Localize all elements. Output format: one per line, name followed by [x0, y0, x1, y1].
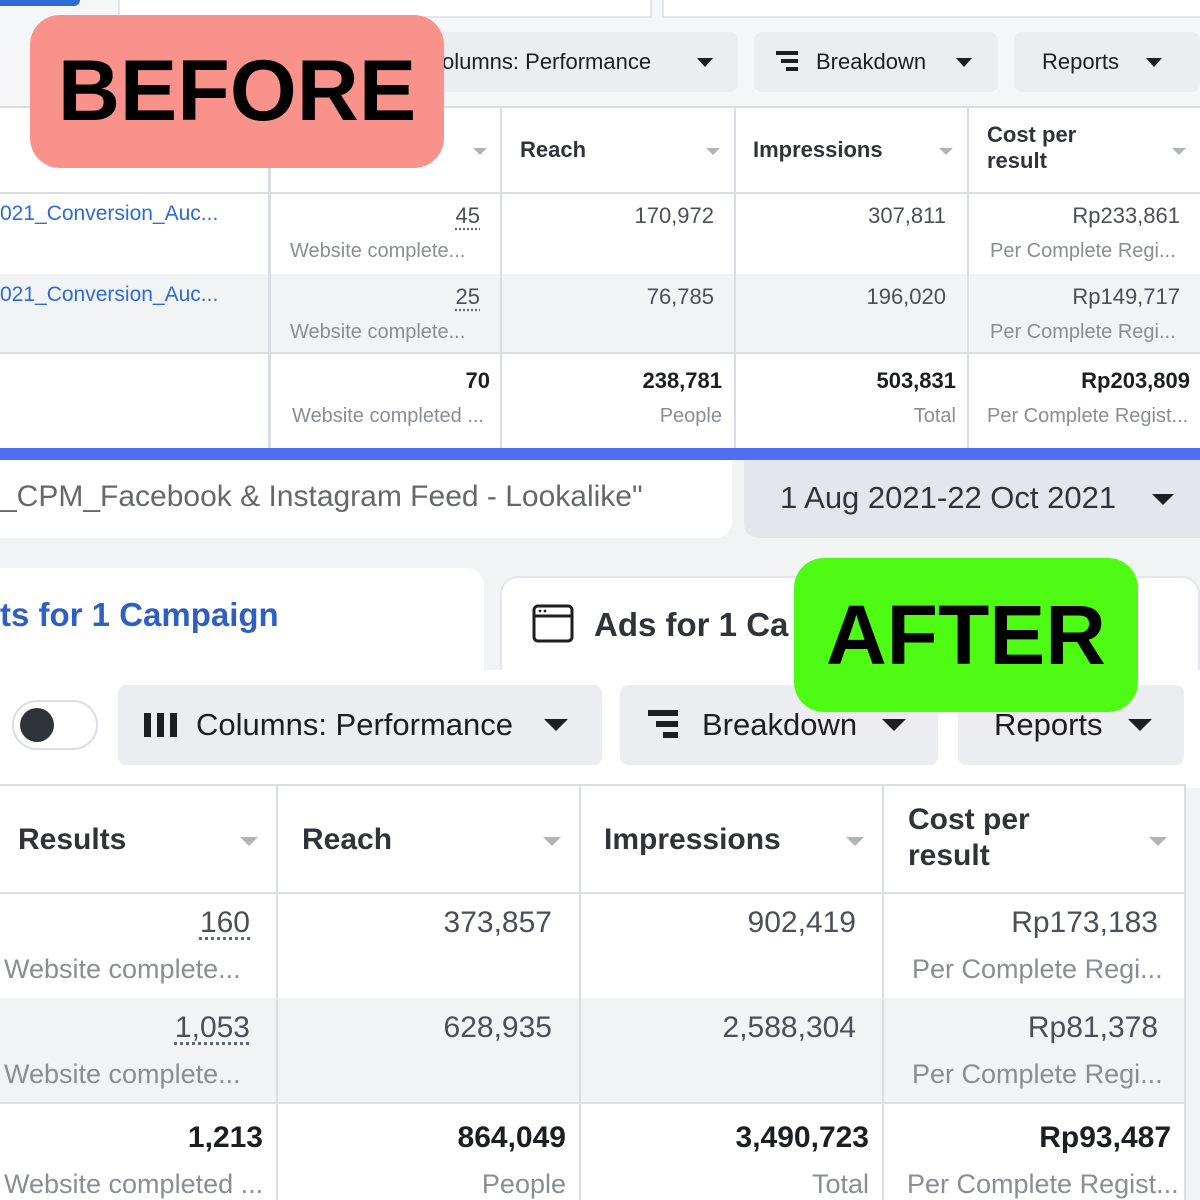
- columns-performance-button[interactable]: olumns: Performance: [420, 32, 738, 92]
- results-value[interactable]: 160: [20, 906, 250, 940]
- breakdown-label: Breakdown: [702, 707, 858, 742]
- total-impressions-subtitle: Total: [913, 405, 956, 427]
- impressions-value: 196,020: [866, 284, 946, 309]
- tab-ads-label: Ads for 1 Ca: [594, 606, 789, 643]
- total-impressions: 3,490,723: [735, 1121, 869, 1154]
- breakdown-label: Breakdown: [816, 49, 927, 74]
- header-reach[interactable]: Reach: [520, 137, 586, 163]
- impressions-value: 307,811: [868, 203, 946, 228]
- after-badge: AFTER: [794, 558, 1138, 712]
- results-subtitle: Website complete...: [290, 321, 466, 343]
- ads-tab-icon: [532, 604, 574, 643]
- sort-caret-icon[interactable]: [543, 837, 561, 846]
- caret-down-icon: [1152, 494, 1174, 505]
- caret-down-icon: [1146, 58, 1162, 67]
- divider-line: [0, 448, 1200, 460]
- before-badge: BEFORE: [30, 15, 444, 168]
- breakdown-icon: [776, 51, 798, 71]
- total-cost: Rp93,487: [1039, 1121, 1171, 1154]
- sort-caret-icon[interactable]: [846, 837, 864, 846]
- reach-value: 170,972: [634, 203, 714, 228]
- header-cost-line1: Cost per: [987, 122, 1077, 147]
- total-results-subtitle: Website completed ...: [4, 1169, 264, 1199]
- results-subtitle: Website complete...: [4, 954, 241, 984]
- results-value[interactable]: 25: [280, 284, 480, 310]
- header-results[interactable]: Results: [18, 822, 126, 858]
- reach-value: 373,857: [443, 906, 552, 939]
- total-reach: 238,781: [642, 368, 722, 393]
- total-reach: 864,049: [457, 1121, 566, 1154]
- filter-bar[interactable]: _CPM_Facebook & Instagram Feed - Lookali…: [0, 460, 732, 538]
- total-cost-subtitle: Per Complete Regist...: [907, 1169, 1179, 1199]
- impressions-value: 902,419: [747, 906, 856, 939]
- caret-down-icon: [697, 58, 713, 67]
- impressions-value: 2,588,304: [722, 1011, 856, 1044]
- after-screenshot: _CPM_Facebook & Instagram Feed - Lookali…: [0, 460, 1200, 1200]
- cost-value: Rp233,861: [1072, 203, 1180, 228]
- sort-caret-icon[interactable]: [706, 148, 720, 155]
- top-blue-button-edge: [0, 0, 80, 6]
- header-cost-line2: result: [987, 148, 1047, 174]
- campaign-link[interactable]: 021_Conversion_Auc...: [0, 202, 218, 226]
- reports-label: Reports: [994, 707, 1103, 742]
- cost-value: Rp149,717: [1072, 284, 1180, 309]
- cost-subtitle: Per Complete Regi...: [912, 1059, 1163, 1089]
- header-impressions[interactable]: Impressions: [753, 137, 883, 163]
- caret-down-icon: [882, 719, 906, 731]
- cost-value: Rp173,183: [1011, 906, 1158, 939]
- columns-label: olumns: Performance: [442, 49, 652, 74]
- header-impressions[interactable]: Impressions: [604, 822, 781, 858]
- top-panel-edge-right: [662, 0, 1200, 18]
- reports-label: Reports: [1042, 49, 1120, 74]
- results-value[interactable]: 1,053: [20, 1011, 250, 1045]
- columns-performance-button[interactable]: Columns: Performance: [118, 685, 602, 765]
- cost-value: Rp81,378: [1027, 1011, 1158, 1044]
- reports-button[interactable]: Reports: [1014, 32, 1200, 92]
- results-subtitle: Website complete...: [4, 1059, 241, 1089]
- tab-ad-sets-label: ts for 1 Campaign: [0, 596, 279, 633]
- cost-subtitle: Per Complete Regi...: [990, 321, 1176, 343]
- caret-down-icon: [1128, 719, 1152, 731]
- toggle-switch[interactable]: [12, 700, 98, 750]
- total-cost-subtitle: Per Complete Regist...: [987, 405, 1189, 427]
- reach-value: 628,935: [443, 1011, 552, 1044]
- header-reach[interactable]: Reach: [302, 822, 392, 858]
- sort-caret-icon[interactable]: [240, 837, 258, 846]
- date-range-picker[interactable]: 1 Aug 2021-22 Oct 2021: [744, 460, 1200, 538]
- total-impressions-subtitle: Total: [811, 1169, 869, 1199]
- total-reach-subtitle: People: [659, 405, 722, 427]
- caret-down-icon: [956, 58, 972, 67]
- header-cost-line1: Cost per: [908, 803, 1030, 836]
- columns-icon: [144, 713, 177, 737]
- total-reach-subtitle: People: [481, 1169, 566, 1199]
- total-cost: Rp203,809: [1081, 368, 1190, 393]
- header-cost-per-result[interactable]: Cost per result: [987, 122, 1076, 175]
- cost-subtitle: Per Complete Regi...: [912, 954, 1163, 984]
- sort-caret-icon[interactable]: [473, 148, 487, 155]
- reach-value: 76,785: [646, 284, 714, 309]
- total-results: 1,213: [187, 1121, 263, 1154]
- columns-label: Columns: Performance: [196, 707, 514, 742]
- cost-subtitle: Per Complete Regi...: [990, 240, 1176, 262]
- date-range-label: 1 Aug 2021-22 Oct 2021: [780, 480, 1117, 515]
- total-results: 70: [465, 368, 490, 393]
- breakdown-button[interactable]: Breakdown: [754, 32, 998, 92]
- header-cost-per-result[interactable]: Cost per result: [908, 802, 1030, 874]
- sort-caret-icon[interactable]: [1149, 837, 1167, 846]
- filter-text: _CPM_Facebook & Instagram Feed - Lookali…: [0, 480, 643, 513]
- sort-caret-icon[interactable]: [939, 148, 953, 155]
- results-subtitle: Website complete...: [290, 240, 466, 262]
- breakdown-icon: [648, 710, 678, 738]
- header-cost-line2: result: [908, 839, 990, 872]
- campaign-link[interactable]: 021_Conversion_Auc...: [0, 283, 218, 307]
- total-impressions: 503,831: [876, 368, 956, 393]
- total-results-subtitle: Website completed ...: [292, 405, 484, 427]
- before-screenshot: olumns: Performance Breakdown Reports Re…: [0, 0, 1200, 448]
- sort-caret-icon[interactable]: [1172, 148, 1186, 155]
- caret-down-icon: [544, 719, 568, 731]
- toggle-knob: [20, 708, 54, 742]
- results-value[interactable]: 45: [280, 203, 480, 229]
